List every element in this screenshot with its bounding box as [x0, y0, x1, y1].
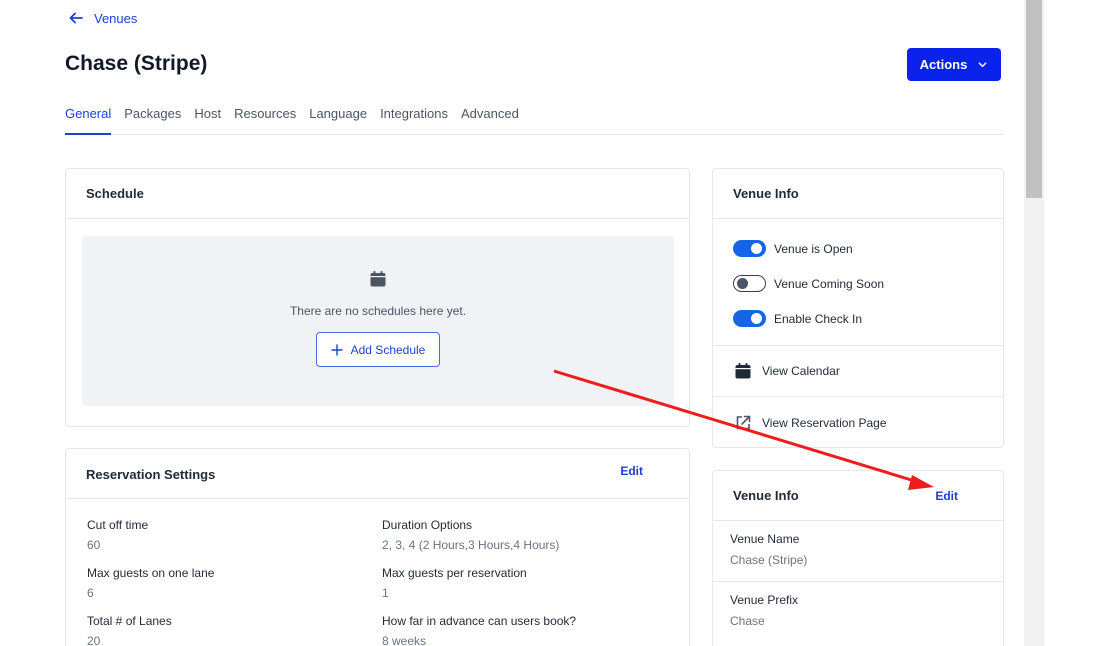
chevron-down-icon	[978, 62, 987, 68]
setting-advance-booking: How far in advance can users book? 8 wee…	[382, 614, 677, 646]
venue-details-edit-link[interactable]: Edit	[935, 489, 958, 503]
tab-resources[interactable]: Resources	[234, 104, 296, 135]
tab-advanced[interactable]: Advanced	[461, 104, 519, 135]
calendar-icon	[735, 363, 751, 379]
toggle-label: Enable Check In	[774, 311, 863, 326]
setting-cut-off-time: Cut off time 60	[87, 518, 382, 566]
setting-value: 20	[87, 634, 101, 646]
toggle-venue-coming-soon: Venue Coming Soon	[713, 266, 1003, 301]
arrow-left-icon	[69, 12, 83, 24]
toggle-venue-open: Venue is Open	[713, 231, 1003, 266]
setting-duration-options: Duration Options 2, 3, 4 (2 Hours,3 Hour…	[382, 518, 677, 566]
actions-button[interactable]: Actions	[907, 48, 1001, 81]
plus-icon	[330, 343, 343, 356]
info-value: Chase (Stripe)	[730, 553, 808, 567]
schedule-card-header: Schedule	[66, 169, 689, 219]
venue-toggles: Venue is Open Venue Coming Soon Enable C…	[713, 219, 1003, 346]
setting-label: Max guests per reservation	[382, 566, 527, 580]
schedule-card: Schedule There are no schedules here yet…	[65, 168, 690, 427]
venue-info-card: Venue Info Venue is Open Venue Coming So…	[712, 168, 1004, 448]
setting-label: Total # of Lanes	[87, 614, 172, 628]
switch-knob	[751, 313, 762, 324]
setting-value: 2, 3, 4 (2 Hours,3 Hours,4 Hours)	[382, 538, 560, 552]
actions-button-label: Actions	[919, 57, 968, 72]
external-link-icon	[736, 415, 751, 429]
info-label: Venue Name	[730, 532, 800, 546]
toggle-label: Venue Coming Soon	[774, 276, 885, 291]
venue-prefix-field: Venue Prefix Chase	[713, 582, 1003, 643]
venue-details-card: Venue Info Edit Venue Name Chase (Stripe…	[712, 470, 1004, 646]
setting-value: 6	[87, 586, 94, 600]
reservation-settings-header: Reservation Settings Edit	[66, 449, 689, 499]
schedule-empty-state: There are no schedules here yet. Add Sch…	[82, 236, 674, 406]
setting-label: Max guests on one lane	[87, 566, 215, 580]
calendar-icon	[370, 271, 386, 287]
switch-knob	[751, 243, 762, 254]
setting-value: 60	[87, 538, 101, 552]
tab-packages[interactable]: Packages	[124, 104, 181, 135]
setting-max-guests-lane: Max guests on one lane 6	[87, 566, 382, 614]
scrollbar-thumb[interactable]	[1026, 0, 1042, 198]
tab-language[interactable]: Language	[309, 104, 367, 135]
view-calendar-label: View Calendar	[762, 364, 840, 378]
venue-name-field: Venue Name Chase (Stripe)	[713, 521, 1003, 582]
tab-integrations[interactable]: Integrations	[380, 104, 448, 135]
setting-label: Duration Options	[382, 518, 473, 532]
venue-info-title: Venue Info	[733, 186, 799, 201]
view-reservation-page-link[interactable]: View Reservation Page	[713, 397, 1003, 447]
info-value: Chase	[730, 614, 765, 628]
page-title: Chase (Stripe)	[65, 52, 208, 75]
reservation-settings-grid: Cut off time 60 Duration Options 2, 3, 4…	[87, 518, 677, 646]
setting-total-lanes: Total # of Lanes 20	[87, 614, 382, 646]
venue-open-switch[interactable]	[733, 240, 766, 257]
venue-info-header: Venue Info	[713, 169, 1003, 219]
setting-value: 1	[382, 586, 389, 600]
toggle-enable-check-in: Enable Check In	[713, 301, 1003, 336]
setting-value: 8 weeks	[382, 634, 427, 646]
tab-host[interactable]: Host	[194, 104, 221, 135]
setting-label: Cut off time	[87, 518, 149, 532]
back-link-label: Venues	[94, 10, 138, 26]
toggle-label: Venue is Open	[774, 241, 853, 256]
schedule-empty-text: There are no schedules here yet.	[289, 304, 467, 318]
back-link[interactable]: Venues	[68, 10, 137, 26]
setting-max-guests-reservation: Max guests per reservation 1	[382, 566, 677, 614]
tab-general[interactable]: General	[65, 104, 112, 135]
add-schedule-label: Add Schedule	[350, 342, 426, 357]
reservation-settings-card: Reservation Settings Edit Cut off time 6…	[65, 448, 690, 646]
view-reservation-page-label: View Reservation Page	[762, 415, 887, 430]
venue-details-title: Venue Info	[733, 488, 799, 503]
reservation-settings-title: Reservation Settings	[86, 467, 216, 482]
page-scrollbar[interactable]	[1024, 0, 1044, 646]
venue-details-header: Venue Info Edit	[713, 471, 1003, 521]
add-schedule-button[interactable]: Add Schedule	[316, 332, 440, 367]
view-calendar-link[interactable]: View Calendar	[713, 346, 1003, 397]
tab-bar: General Packages Host Resources Language…	[65, 104, 1004, 135]
switch-knob	[737, 278, 748, 289]
venue-coming-soon-switch[interactable]	[733, 275, 766, 292]
info-label: Venue Prefix	[730, 593, 799, 607]
enable-check-in-switch[interactable]	[733, 310, 766, 327]
schedule-title: Schedule	[86, 186, 144, 201]
reservation-edit-link[interactable]: Edit	[620, 464, 643, 478]
setting-label: How far in advance can users book?	[382, 614, 577, 628]
